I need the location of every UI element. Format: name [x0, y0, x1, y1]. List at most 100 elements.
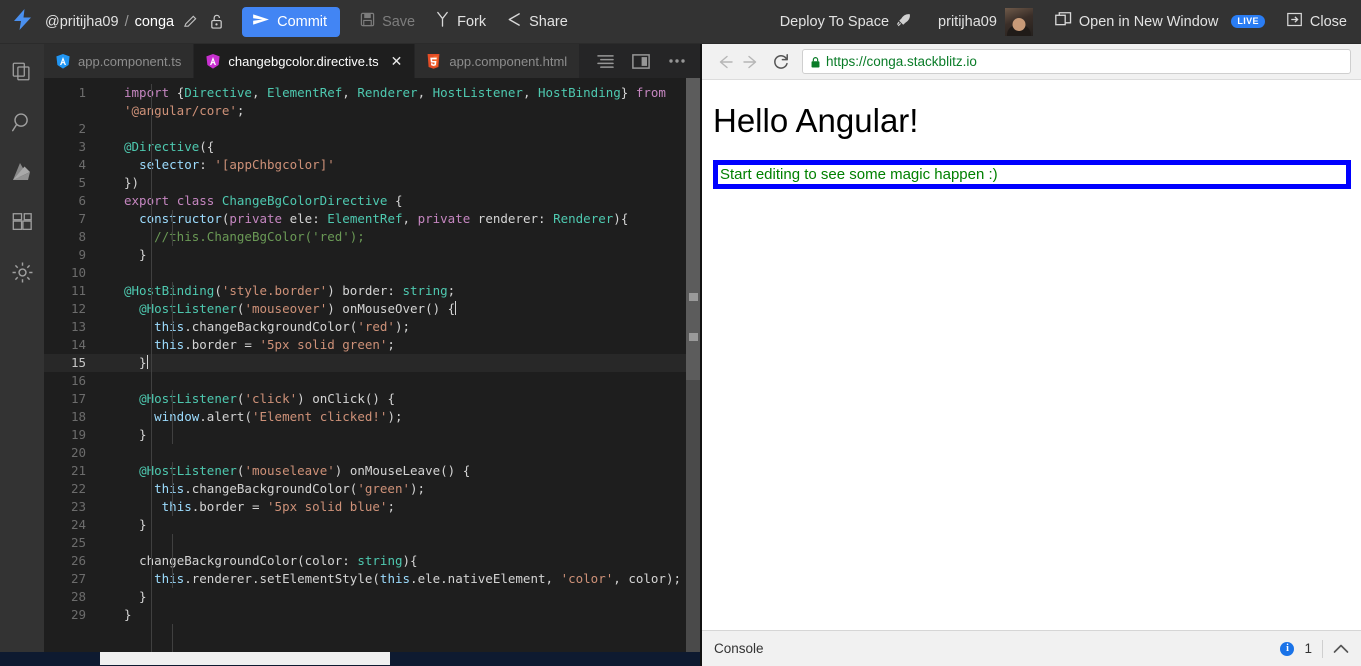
code-text[interactable] — [102, 264, 700, 282]
code-text[interactable]: } — [102, 426, 700, 444]
code-text[interactable]: this.border = '5px solid green'; — [102, 336, 700, 354]
angular-shield-icon — [56, 53, 70, 69]
code-text[interactable]: changeBackgroundColor(color: string){ — [102, 552, 700, 570]
code-text[interactable]: this.border = '5px solid blue'; — [102, 498, 700, 516]
avatar[interactable] — [1004, 7, 1033, 36]
tab-label: app.component.html — [449, 53, 568, 69]
chevron-up-icon[interactable] — [1333, 643, 1349, 655]
line-number: 3 — [78, 139, 86, 154]
indent-guide — [172, 534, 173, 588]
code-text[interactable]: this.renderer.setElementStyle(this.ele.n… — [102, 570, 700, 588]
open-in-new-window-button[interactable]: Open in New Window LIVE — [1055, 12, 1265, 31]
line-number: 7 — [78, 211, 86, 226]
firebase-icon[interactable] — [8, 158, 36, 186]
gear-icon[interactable] — [8, 258, 36, 286]
code-text[interactable]: @HostListener('mouseover') onMouseOver()… — [102, 300, 700, 318]
code-line: 11 @HostBinding('style.border') border: s… — [44, 282, 700, 300]
files-icon[interactable] — [8, 58, 36, 86]
deploy-to-space-button[interactable]: Deploy To Space — [780, 12, 912, 32]
scrollbar-marker — [689, 293, 698, 301]
tab-actions — [583, 44, 700, 78]
url-bar[interactable]: https://conga.stackblitz.io — [802, 49, 1351, 74]
code-text[interactable]: window.alert('Element clicked!'); — [102, 408, 700, 426]
reload-icon[interactable] — [768, 49, 794, 75]
share-button[interactable]: Share — [506, 12, 568, 31]
tab-changebgcolor-directive-ts[interactable]: changebgcolor.directive.ts ✕ — [194, 44, 416, 78]
more-options-icon[interactable] — [668, 58, 686, 64]
code-text[interactable]: } — [102, 516, 700, 534]
code-text[interactable]: this.changeBackgroundColor('red'); — [102, 318, 700, 336]
tab-app-component-ts[interactable]: app.component.ts — [44, 44, 195, 78]
save-label: Save — [382, 13, 416, 30]
code-line: 19 } — [44, 426, 700, 444]
code-text[interactable]: '@angular/core'; — [102, 102, 700, 120]
pencil-icon[interactable] — [183, 14, 198, 29]
account-menu[interactable]: pritijha09 — [938, 14, 997, 30]
bolt-icon[interactable] — [14, 9, 31, 34]
horizontal-scrollbar-thumb[interactable] — [100, 652, 390, 665]
commit-button[interactable]: Commit — [242, 6, 341, 37]
line-number: 2 — [78, 121, 86, 136]
arrow-right-icon[interactable] — [738, 49, 764, 75]
code-text[interactable]: } — [102, 354, 700, 372]
close-icon[interactable]: ✕ — [391, 54, 403, 68]
save-button[interactable]: Save — [360, 12, 415, 31]
fork-label: Fork — [457, 13, 487, 30]
format-lines-icon[interactable] — [597, 54, 614, 69]
code-text[interactable]: } — [102, 588, 700, 606]
editor-vertical-scrollbar[interactable] — [686, 78, 700, 666]
line-number: 14 — [70, 337, 86, 352]
editor-tabbar: app.component.ts changebgcolor.directive… — [44, 44, 700, 78]
fork-button[interactable]: Fork — [435, 11, 486, 32]
console-bar[interactable]: Console i 1 — [702, 630, 1361, 666]
code-text[interactable]: @HostListener('mouseleave') onMouseLeave… — [102, 462, 700, 480]
code-line: 22 this.changeBackgroundColor('green'); — [44, 480, 700, 498]
live-badge: LIVE — [1231, 15, 1265, 28]
code-text[interactable] — [102, 372, 700, 390]
tab-label: changebgcolor.directive.ts — [228, 53, 379, 69]
search-icon[interactable] — [8, 108, 36, 136]
unlocked-padlock-icon[interactable] — [209, 13, 224, 30]
line-number: 22 — [70, 481, 86, 496]
code-text[interactable]: selector: '[appChbgcolor]' — [102, 156, 700, 174]
line-number: 23 — [70, 499, 86, 514]
code-text[interactable]: //this.ChangeBgColor('red'); — [102, 228, 700, 246]
code-text[interactable]: }) — [102, 174, 700, 192]
code-text[interactable] — [102, 534, 700, 552]
code-line: 3 @Directive({ — [44, 138, 700, 156]
code-line: 26 changeBackgroundColor(color: string){ — [44, 552, 700, 570]
close-button[interactable]: Close — [1287, 12, 1347, 31]
horizontal-scrollbar[interactable] — [0, 652, 700, 666]
code-line: 21 @HostListener('mouseleave') onMouseLe… — [44, 462, 700, 480]
breadcrumb-user[interactable]: @pritijha09 — [45, 14, 119, 30]
arrow-left-icon[interactable] — [712, 49, 738, 75]
code-text[interactable]: export class ChangeBgColorDirective { — [102, 192, 700, 210]
breadcrumb-project[interactable]: conga — [135, 14, 175, 30]
code-line: 7 constructor(private ele: ElementRef, p… — [44, 210, 700, 228]
magic-paragraph[interactable]: Start editing to see some magic happen :… — [713, 160, 1351, 189]
new-window-icon — [1055, 12, 1072, 31]
code-text[interactable] — [102, 120, 700, 138]
header-right-group: Deploy To Space pritijha09 Open in New W… — [760, 7, 1361, 36]
code-text[interactable]: } — [102, 606, 700, 624]
code-text[interactable]: @HostBinding('style.border') border: str… — [102, 282, 700, 300]
extensions-icon[interactable] — [8, 208, 36, 236]
stackblitz-app: @pritijha09 / conga Commit Save Fork Sha… — [0, 0, 1361, 666]
code-line: 9 } — [44, 246, 700, 264]
preview-browser-bar: https://conga.stackblitz.io — [702, 44, 1361, 80]
line-number: 17 — [70, 391, 86, 406]
paper-plane-icon — [253, 13, 270, 30]
code-editor[interactable]: 1 import {Directive, ElementRef, Renderer… — [44, 78, 700, 666]
code-text[interactable]: } — [102, 246, 700, 264]
line-number: 18 — [70, 409, 86, 424]
code-text[interactable]: constructor(private ele: ElementRef, pri… — [102, 210, 700, 228]
tab-app-component-html[interactable]: app.component.html — [415, 44, 581, 78]
code-text[interactable]: @Directive({ — [102, 138, 700, 156]
code-text[interactable]: @HostListener('click') onClick() { — [102, 390, 700, 408]
code-line: 13 this.changeBackgroundColor('red'); — [44, 318, 700, 336]
code-text[interactable]: this.changeBackgroundColor('green'); — [102, 480, 700, 498]
code-text[interactable] — [102, 444, 700, 462]
split-editor-icon[interactable] — [632, 53, 650, 69]
code-line: 27 this.renderer.setElementStyle(this.el… — [44, 570, 700, 588]
code-text[interactable]: import {Directive, ElementRef, Renderer,… — [102, 84, 700, 102]
